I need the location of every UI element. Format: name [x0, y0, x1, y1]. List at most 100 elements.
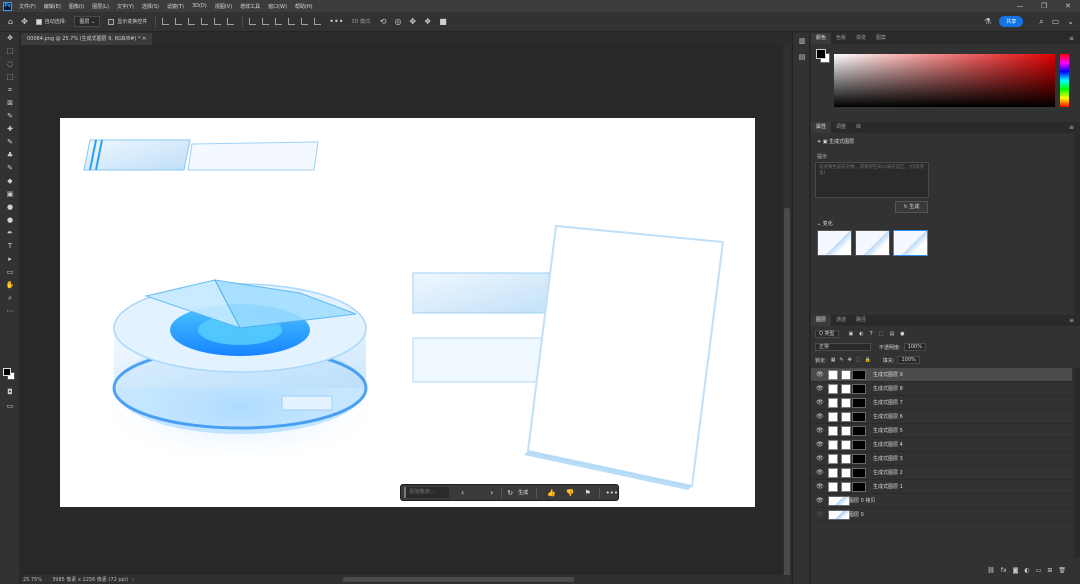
visibility-eye-icon[interactable]: 👁: [816, 399, 824, 406]
beaker-icon[interactable]: ⚗: [984, 17, 991, 26]
layer-mask-thumbnail[interactable]: [852, 412, 866, 422]
menu-help[interactable]: 帮助(H): [295, 3, 313, 10]
move-tool-icon[interactable]: ✥: [21, 17, 28, 26]
align-middle-icon[interactable]: [214, 18, 222, 25]
distribute-right-icon[interactable]: [275, 18, 283, 25]
layer-name[interactable]: 图层 0: [849, 511, 864, 518]
variation-thumbnail[interactable]: [893, 230, 928, 256]
quick-mask-icon[interactable]: ◘: [0, 386, 20, 399]
move-tool-icon[interactable]: ✥: [0, 32, 20, 45]
panel-menu-icon[interactable]: ≡: [1069, 122, 1074, 133]
variations-title[interactable]: ⌄ 变化: [817, 220, 833, 227]
menu-layer[interactable]: 图层(L): [92, 3, 109, 10]
layer-mask-thumbnail[interactable]: [852, 384, 866, 394]
tab-patterns[interactable]: 图案: [871, 33, 891, 44]
filter-shape-icon[interactable]: ⬚: [879, 331, 884, 337]
more-options-icon[interactable]: •••: [329, 17, 343, 26]
brush-tool-icon[interactable]: ✎: [0, 136, 20, 149]
healing-brush-tool-icon[interactable]: ✚: [0, 123, 20, 136]
3d-pan-icon[interactable]: ✥: [409, 17, 416, 26]
auto-select-checkbox[interactable]: [35, 18, 42, 25]
screen-mode-icon[interactable]: ▭: [0, 400, 20, 413]
foreground-color-swatch[interactable]: [3, 368, 11, 376]
kind-filter-select[interactable]: Q 类型: [815, 330, 839, 338]
layer-name[interactable]: 生成式图层 1: [873, 483, 903, 490]
crop-tool-icon[interactable]: ⌗: [0, 84, 20, 97]
visibility-eye-icon[interactable]: 👁: [816, 511, 824, 518]
layers-scrollbar[interactable]: [1074, 368, 1080, 558]
tab-adjustments[interactable]: 调整: [831, 122, 851, 133]
foreground-color-swatch[interactable]: [816, 49, 826, 59]
layer-mask-thumbnail[interactable]: [852, 468, 866, 478]
close-window-button[interactable]: ✕: [1056, 0, 1080, 12]
frame-tool-icon[interactable]: ⊠: [0, 97, 20, 110]
thumbs-up-icon[interactable]: 👍: [547, 489, 556, 497]
prompt-textarea[interactable]: 描述要生成的对象，或保留空白以填充选区。(仅限英语): [815, 162, 929, 198]
tab-layers[interactable]: 图层: [811, 315, 832, 326]
vertical-scrollbar-thumb[interactable]: [784, 208, 790, 584]
distribute-middle-icon[interactable]: [301, 18, 309, 25]
more-options-icon[interactable]: •••: [606, 489, 618, 497]
horizontal-scrollbar-thumb[interactable]: [343, 577, 574, 582]
visibility-eye-icon[interactable]: 👁: [816, 385, 824, 392]
menu-file[interactable]: 文件(F): [19, 3, 36, 10]
layer-row[interactable]: 👁 生成式图层 1: [811, 480, 1072, 494]
color-picker-field[interactable]: [834, 54, 1055, 107]
menu-window[interactable]: 窗口(W): [268, 3, 287, 10]
filter-pixel-icon[interactable]: ▣: [849, 331, 854, 337]
link-layers-icon[interactable]: ⛓: [987, 567, 995, 574]
layer-row[interactable]: 👁 图层 0 拷贝: [811, 494, 1072, 508]
layer-name[interactable]: 生成式图层 8: [873, 385, 903, 392]
adjustment-layer-icon[interactable]: ◐: [1024, 567, 1029, 574]
menu-view[interactable]: 视图(V): [215, 3, 232, 10]
layer-name[interactable]: 生成式图层 2: [873, 469, 903, 476]
align-top-icon[interactable]: [201, 18, 209, 25]
layer-name[interactable]: 生成式图层 6: [873, 413, 903, 420]
tab-paths[interactable]: 路径: [851, 315, 871, 326]
status-arrow-icon[interactable]: ›: [132, 577, 134, 583]
filter-adjustment-icon[interactable]: ◐: [859, 331, 863, 337]
history-panel-icon[interactable]: ▥: [793, 33, 811, 49]
layer-row[interactable]: 👁 生成式图层 9: [811, 368, 1072, 382]
marquee-tool-icon[interactable]: ⬚: [0, 45, 20, 58]
lock-position-icon[interactable]: ✥: [848, 357, 852, 363]
layer-mask-thumbnail[interactable]: [852, 370, 866, 380]
layer-row[interactable]: 👁 图层 0: [811, 508, 1072, 522]
document-tab[interactable]: 00084.png @ 25.7% (生成式图层 9, RGB/8#) * ✕: [21, 33, 153, 45]
menu-type[interactable]: 文字(Y): [117, 3, 134, 10]
visibility-eye-icon[interactable]: 👁: [816, 427, 824, 434]
visibility-eye-icon[interactable]: 👁: [816, 441, 824, 448]
layer-row[interactable]: 👁 生成式图层 2: [811, 466, 1072, 480]
previous-variation-button[interactable]: ‹: [461, 488, 464, 497]
3d-roll-icon[interactable]: ◎: [394, 17, 401, 26]
layer-row[interactable]: 👁 生成式图层 5: [811, 424, 1072, 438]
lock-image-icon[interactable]: ✎: [839, 357, 843, 363]
home-icon[interactable]: ⌂: [8, 17, 13, 26]
path-select-tool-icon[interactable]: ▸: [0, 253, 20, 266]
menu-select[interactable]: 选择(S): [142, 3, 159, 10]
visibility-eye-icon[interactable]: 👁: [816, 413, 824, 420]
align-bottom-icon[interactable]: [227, 18, 235, 25]
workspace-icon[interactable]: ▭: [1052, 17, 1060, 26]
canvas[interactable]: [60, 118, 755, 507]
layer-name[interactable]: 生成式图层 3: [873, 455, 903, 462]
menu-filter[interactable]: 滤镜(T): [167, 3, 184, 10]
variation-thumbnail[interactable]: [855, 230, 890, 256]
workspace-chevron-icon[interactable]: ⌄: [1067, 17, 1074, 26]
pen-tool-icon[interactable]: ✒: [0, 227, 20, 240]
generate-button[interactable]: 生成: [518, 489, 528, 496]
visibility-eye-icon[interactable]: 👁: [816, 371, 824, 378]
flag-icon[interactable]: ⚑: [584, 489, 590, 497]
visibility-eye-icon[interactable]: 👁: [816, 497, 824, 504]
lasso-tool-icon[interactable]: ◌: [0, 58, 20, 71]
new-group-icon[interactable]: ▭: [1036, 567, 1042, 574]
layer-name[interactable]: 生成式图层 7: [873, 399, 903, 406]
layer-name[interactable]: 生成式图层 5: [873, 427, 903, 434]
distribute-bottom-icon[interactable]: [314, 18, 322, 25]
opacity-input[interactable]: 100%: [903, 343, 926, 351]
auto-select-target-select[interactable]: 图层 ⌄: [74, 16, 101, 27]
align-right-icon[interactable]: [188, 18, 196, 25]
menu-3d[interactable]: 3D(D): [192, 3, 207, 9]
next-variation-button[interactable]: ›: [490, 488, 493, 497]
share-button[interactable]: 共享: [999, 16, 1024, 27]
